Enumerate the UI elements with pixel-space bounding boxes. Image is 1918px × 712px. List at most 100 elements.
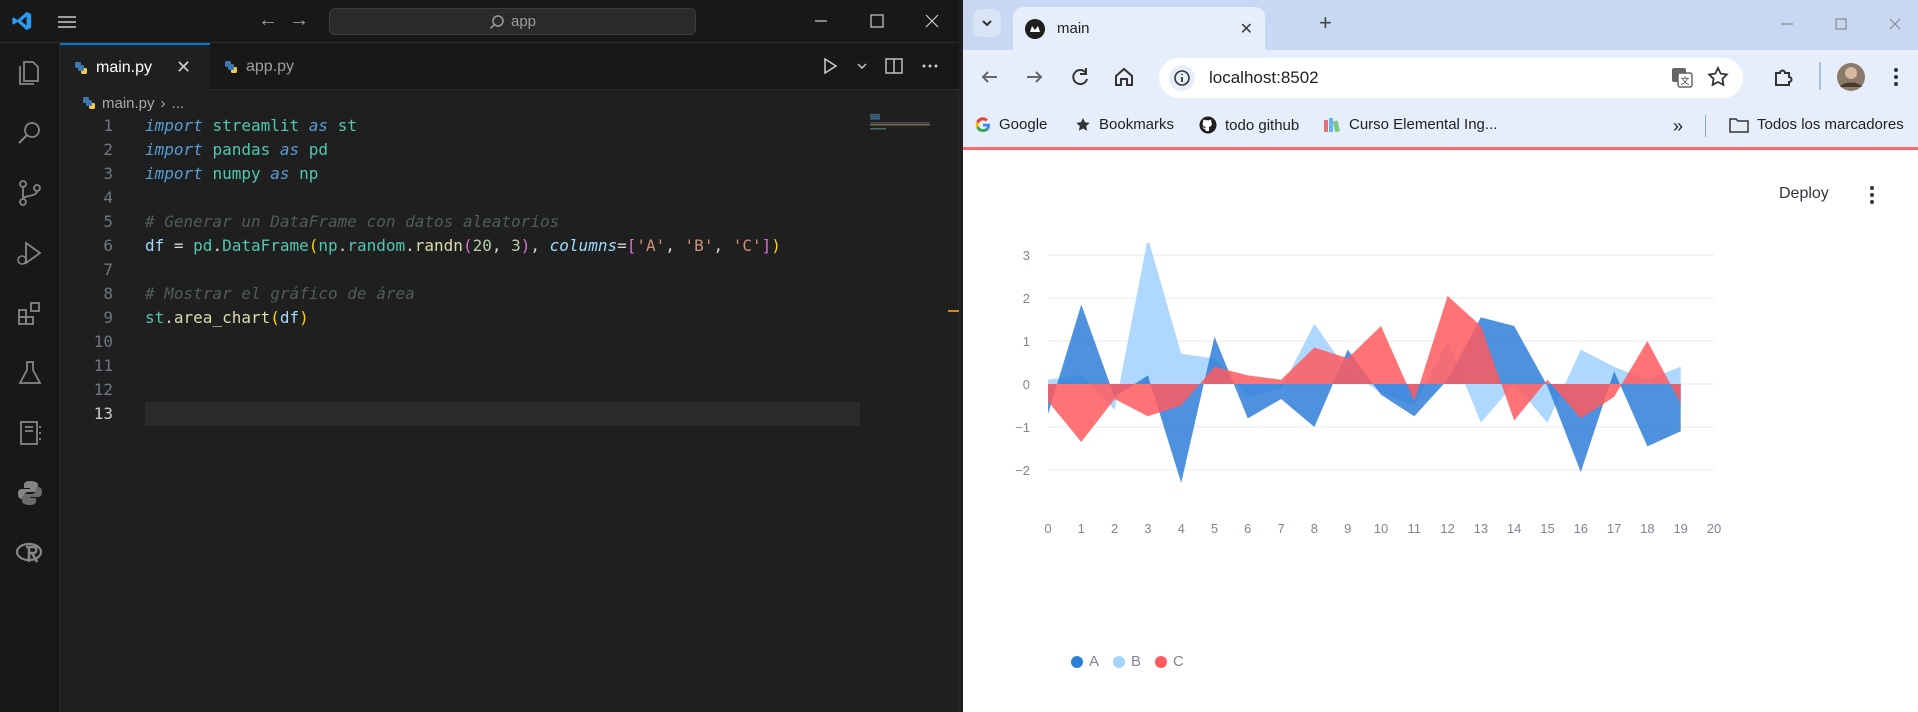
close-tab-icon[interactable]: ✕ <box>176 57 191 78</box>
bookmark-label: todo github <box>1225 116 1300 134</box>
x-tick-label: 10 <box>1374 521 1388 536</box>
url-text: localhost:8502 <box>1209 68 1319 87</box>
search-icon <box>489 14 504 29</box>
menu-icon[interactable] <box>55 12 79 32</box>
chevron-down-icon[interactable] <box>855 55 869 77</box>
bookmark-all-folder[interactable]: Todos los marcadores <box>1729 116 1904 133</box>
bookmarks-bar: Google Bookmarks todo github Curso Eleme… <box>963 103 1918 150</box>
maximize-icon[interactable] <box>1827 12 1855 36</box>
extensions-puzzle-icon[interactable] <box>1771 64 1797 90</box>
line-number: 9 <box>103 308 113 327</box>
bookmark-curso[interactable]: Curso Elemental Ing... <box>1323 116 1497 133</box>
deploy-button[interactable]: Deploy <box>1779 185 1829 203</box>
profile-avatar[interactable] <box>1835 61 1867 93</box>
toolbar-divider <box>1819 62 1821 90</box>
back-arrow-icon[interactable]: ← <box>258 9 278 31</box>
minimap[interactable] <box>870 114 930 134</box>
legend-item-C[interactable]: C <box>1155 653 1184 670</box>
tab-app-py[interactable]: app.py <box>210 43 330 90</box>
back-arrow-icon[interactable] <box>977 64 1003 90</box>
legend-label: B <box>1131 653 1142 670</box>
chrome-window: main ✕ + localhost:8502 文 Google Bookmar… <box>963 0 1918 712</box>
x-tick-label: 1 <box>1078 521 1085 536</box>
folder-icon <box>1729 117 1749 133</box>
legend-swatch <box>1071 655 1083 668</box>
close-window-icon[interactable] <box>1881 12 1909 36</box>
close-tab-icon[interactable]: ✕ <box>1240 19 1253 39</box>
extensions-icon[interactable] <box>14 297 46 329</box>
main-menu-icon[interactable] <box>1868 185 1876 205</box>
x-tick-label: 6 <box>1244 521 1251 536</box>
code-line: 5 # Generar un DataFrame con datos aleato… <box>60 210 880 234</box>
y-tick-label: −2 <box>1015 463 1030 478</box>
line-number: 1 <box>103 116 113 135</box>
breadcrumb-rest[interactable]: ... <box>172 95 185 112</box>
run-debug-icon[interactable] <box>14 237 46 269</box>
bookmark-star-icon[interactable] <box>1705 64 1731 90</box>
command-center-search[interactable]: app <box>329 8 696 35</box>
y-tick-label: 3 <box>1023 248 1030 263</box>
line-number: 2 <box>103 140 113 159</box>
reload-icon[interactable] <box>1067 64 1093 90</box>
bookmarks-divider <box>1705 115 1706 137</box>
streamlit-page: Deploy 3 2 1 0 −1 −2 0 1 2 3 4 5 6 7 8 9 10 11 12 13 14 15 16 1… <box>963 153 1918 712</box>
site-info-icon[interactable] <box>1169 65 1195 91</box>
area-chart[interactable]: 3210−1−20 1 2 3 4 5 6 7 8 9 10 11 12 13 14 15 16 17 18 19 20 <box>983 243 1903 683</box>
streamlit-favicon-icon <box>1025 18 1045 39</box>
bookmark-label: Bookmarks <box>1099 116 1175 133</box>
translate-icon[interactable]: 文 <box>1669 64 1695 90</box>
search-sidebar-icon[interactable] <box>14 117 46 149</box>
close-window-icon[interactable] <box>917 6 947 36</box>
minimize-icon[interactable] <box>806 6 836 36</box>
split-editor-icon[interactable] <box>883 55 905 77</box>
tab-main-py[interactable]: main.py ✕ <box>60 43 210 90</box>
line-number: 8 <box>103 284 113 303</box>
testing-flask-icon[interactable] <box>14 357 46 389</box>
x-tick-label: 18 <box>1640 521 1654 536</box>
minimize-icon[interactable] <box>1773 12 1801 36</box>
more-bookmarks-icon[interactable]: » <box>1673 116 1683 137</box>
address-bar[interactable]: localhost:8502 <box>1159 58 1743 98</box>
run-icon[interactable] <box>819 55 841 77</box>
code-line: 12 <box>60 378 880 402</box>
breadcrumb-file[interactable]: main.py <box>102 95 155 112</box>
new-tab-icon[interactable]: + <box>1319 10 1332 36</box>
chrome-menu-icon[interactable] <box>1883 64 1909 90</box>
code-editor[interactable]: 1 import streamlit as st 2 import pandas a… <box>60 114 880 426</box>
bookmark-label: Curso Elemental Ing... <box>1349 116 1498 133</box>
vscode-logo-icon <box>12 11 32 31</box>
explorer-icon[interactable] <box>14 57 46 89</box>
x-tick-label: 3 <box>1144 521 1151 536</box>
bookmark-label: Todos los marcadores <box>1757 116 1904 133</box>
x-tick-label: 0 <box>1044 521 1051 536</box>
forward-arrow-icon[interactable] <box>1021 64 1047 90</box>
bookmark-google[interactable]: Google <box>975 116 1047 133</box>
more-actions-icon[interactable] <box>919 55 941 77</box>
tab-search-button[interactable] <box>973 9 1001 37</box>
x-tick-label: 13 <box>1474 521 1488 536</box>
notebook-icon[interactable] <box>14 417 46 449</box>
home-icon[interactable] <box>1111 64 1137 90</box>
x-tick-label: 9 <box>1344 521 1351 536</box>
vscode-window: ← → app main.py ✕ app.py main.py › ... 1… <box>0 0 959 712</box>
forward-arrow-icon[interactable]: → <box>289 9 309 31</box>
legend-item-A[interactable]: A <box>1071 653 1099 670</box>
legend-label: C <box>1173 653 1184 670</box>
browser-tab-main[interactable]: main ✕ <box>1013 7 1265 50</box>
code-line: 8 # Mostrar el gráfico de área <box>60 282 880 306</box>
code-line: 2 import pandas as pd <box>60 138 880 162</box>
bookmark-todo-github[interactable]: todo github <box>1199 116 1299 134</box>
code-line-current: 13 <box>60 402 880 426</box>
editor-tabs: main.py ✕ app.py <box>60 43 959 90</box>
legend-swatch <box>1113 655 1126 668</box>
x-tick-label: 20 <box>1707 521 1721 536</box>
legend-item-B[interactable]: B <box>1113 653 1141 670</box>
line-number: 10 <box>93 332 113 351</box>
star-icon <box>1076 117 1090 131</box>
x-tick-label: 15 <box>1540 521 1554 536</box>
source-control-icon[interactable] <box>14 177 46 209</box>
r-language-icon[interactable] <box>14 537 46 569</box>
python-icon[interactable] <box>14 477 46 509</box>
maximize-icon[interactable] <box>862 6 892 36</box>
bookmark-bookmarks[interactable]: Bookmarks <box>1075 116 1174 133</box>
